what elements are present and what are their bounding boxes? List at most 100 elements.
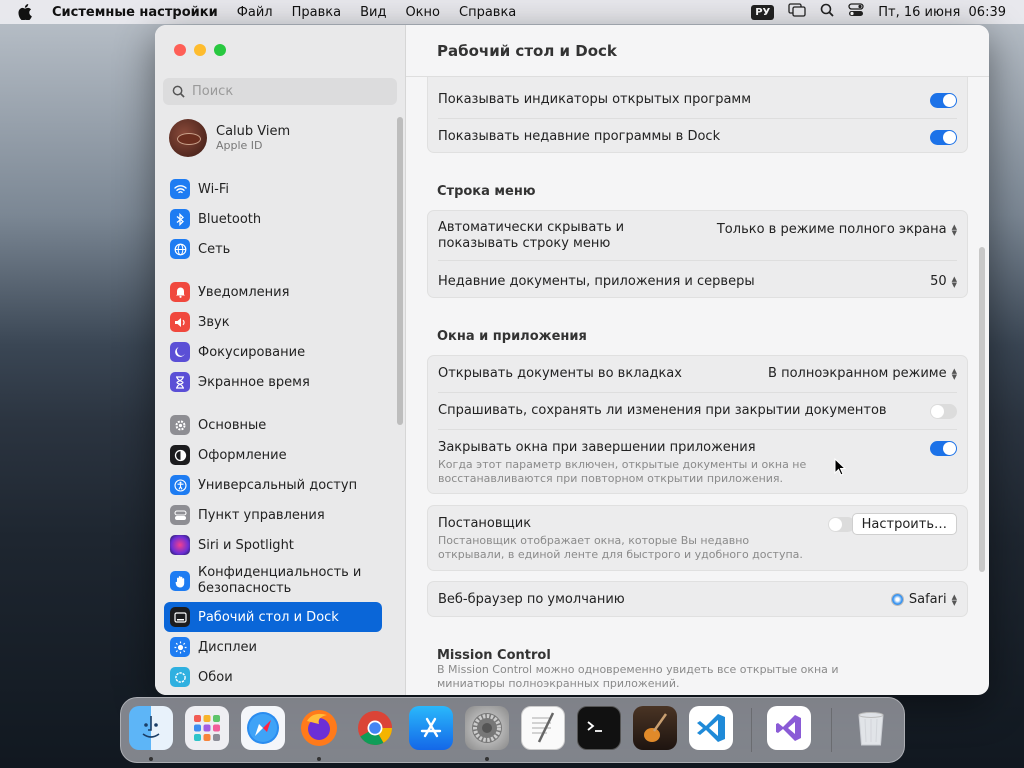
open-tabs-row: Открывать документы во вкладках В полноэ… — [438, 366, 957, 381]
moon-icon — [170, 342, 190, 362]
show-recent-toggle[interactable] — [930, 130, 957, 145]
menubar-section-heading: Строка меню — [437, 184, 536, 199]
open-tabs-label: Открывать документы во вкладках — [438, 366, 682, 381]
trash-icon — [858, 712, 884, 746]
dock-textedit[interactable] — [521, 706, 565, 750]
sidebar-item-desktop-dock[interactable]: Рабочий стол и Dock — [164, 602, 382, 632]
ask-save-row: Спрашивать, сохранять ли изменения при з… — [438, 403, 957, 419]
windows-section-heading: Окна и приложения — [437, 329, 587, 344]
close-window-button[interactable] — [174, 44, 186, 56]
stage-manager-toggle[interactable] — [828, 517, 855, 532]
avatar — [169, 119, 207, 157]
sidebar-item-sound[interactable]: Звук — [164, 307, 382, 337]
vscode-icon — [697, 714, 725, 742]
sidebar-item-general[interactable]: Основные — [164, 410, 382, 440]
dock-visual-studio[interactable] — [767, 706, 811, 750]
screen-mirroring-icon[interactable] — [788, 3, 806, 21]
stage-manager-customize-button[interactable]: Настроить… — [851, 513, 957, 535]
sidebar-item-network[interactable]: Сеть — [164, 234, 382, 264]
sidebar-item-privacy[interactable]: Конфиденциальность и безопасность — [164, 560, 382, 602]
open-tabs-select[interactable]: В полноэкранном режиме ▲ ▼ — [768, 366, 957, 381]
appearance-icon — [170, 445, 190, 465]
dock-launchpad[interactable] — [185, 706, 229, 750]
sidebar-scrollbar[interactable] — [397, 117, 403, 425]
mission-control-heading: Mission Control — [437, 648, 551, 663]
sidebar-item-bluetooth[interactable]: Bluetooth — [164, 204, 382, 234]
stage-manager-label: Постановщик — [438, 516, 532, 531]
apple-logo-icon[interactable] — [18, 4, 36, 20]
dock-finder[interactable] — [129, 706, 173, 750]
firefox-icon — [301, 710, 337, 746]
wifi-icon — [170, 179, 190, 199]
sidebar-item-label: Оформление — [198, 447, 287, 463]
chevron-updown-icon: ▲ ▼ — [951, 223, 957, 237]
gear-icon — [472, 713, 502, 743]
recent-items-select[interactable]: 50 ▲ ▼ — [930, 274, 957, 289]
sidebar-item-label: Звук — [198, 314, 230, 330]
guitar-icon — [644, 713, 668, 742]
autohide-menubar-select[interactable]: Только в режиме полного экрана ▲ ▼ — [717, 222, 957, 238]
visual-studio-icon — [776, 715, 801, 741]
sidebar-item-siri[interactable]: Siri и Spotlight — [164, 530, 382, 560]
textedit-icon — [532, 712, 555, 743]
sidebar-item-wifi[interactable]: Wi-Fi — [164, 174, 382, 204]
close-windows-toggle[interactable] — [930, 441, 957, 456]
dock-instruments[interactable] — [633, 706, 677, 750]
siri-icon — [170, 535, 190, 555]
apple-id-profile[interactable]: Calub Viem Apple ID — [169, 119, 290, 157]
dock-trash[interactable] — [849, 706, 893, 750]
menu-datetime[interactable]: Пт, 16 июня 06:39 — [878, 5, 1006, 20]
sidebar-item-label: Фокусирование — [198, 344, 306, 360]
dock-safari[interactable] — [241, 706, 285, 750]
sidebar-item-label: Обои — [198, 669, 233, 685]
sidebar-item-screen-time[interactable]: Экранное время — [164, 367, 382, 397]
profile-name: Calub Viem — [216, 124, 291, 139]
input-language-indicator[interactable]: РУ — [751, 4, 775, 20]
menu-file[interactable]: Файл — [237, 5, 273, 20]
menu-view[interactable]: Вид — [360, 5, 386, 20]
sidebar-item-control-center[interactable]: Пункт управления — [164, 500, 382, 530]
zoom-window-button[interactable] — [214, 44, 226, 56]
control-center-icon — [170, 505, 190, 525]
search-placeholder: Поиск — [192, 84, 234, 99]
menu-help[interactable]: Справка — [459, 5, 516, 20]
content-scrollbar[interactable] — [979, 247, 985, 572]
menu-edit[interactable]: Правка — [292, 5, 341, 20]
sidebar-item-wallpaper[interactable]: Обои — [164, 662, 382, 692]
default-browser-select[interactable]: Safari ▲ ▼ — [890, 592, 957, 607]
sidebar-item-focus[interactable]: Фокусирование — [164, 337, 382, 367]
autohide-menubar-row: Автоматически скрывать и показывать стро… — [438, 220, 957, 252]
menu-app-name[interactable]: Системные настройки — [52, 5, 218, 20]
search-icon[interactable] — [820, 3, 834, 21]
sidebar-item-displays[interactable]: Дисплеи — [164, 632, 382, 662]
show-indicators-toggle[interactable] — [930, 93, 957, 108]
ask-save-toggle[interactable] — [930, 404, 957, 419]
content-pane: Показывать индикаторы открытых программ … — [406, 25, 989, 695]
sidebar-search-input[interactable]: Поиск — [163, 78, 397, 105]
chevron-updown-icon: ▲ ▼ — [951, 274, 957, 289]
dock-chrome[interactable] — [353, 706, 397, 750]
sidebar-item-label: Конфиденциальность и безопасность — [198, 565, 362, 596]
minimize-window-button[interactable] — [194, 44, 206, 56]
close-windows-label: Закрывать окна при завершении приложения — [438, 440, 756, 455]
sidebar-item-appearance[interactable]: Оформление — [164, 440, 382, 470]
dock-terminal[interactable] — [577, 706, 621, 750]
show-recent-label: Показывать недавние программы в Dock — [438, 129, 721, 144]
sidebar-item-notifications[interactable]: Уведомления — [164, 277, 382, 307]
open-tabs-value: В полноэкранном режиме — [768, 366, 947, 381]
safari-icon — [247, 712, 279, 744]
sidebar-item-label: Bluetooth — [198, 211, 262, 227]
dock-firefox[interactable] — [297, 706, 341, 750]
menu-window[interactable]: Окно — [405, 5, 440, 20]
dock-icon — [170, 607, 190, 627]
dock-system-settings[interactable] — [465, 706, 509, 750]
dock-app-store[interactable] — [409, 706, 453, 750]
control-center-icon[interactable] — [848, 3, 864, 21]
sidebar-item-label: Основные — [198, 417, 267, 433]
sidebar-item-accessibility[interactable]: Универсальный доступ — [164, 470, 382, 500]
show-recent-row: Показывать недавние программы в Dock — [438, 129, 957, 145]
launchpad-icon — [194, 715, 220, 741]
dock-vscode[interactable] — [689, 706, 733, 750]
show-indicators-row: Показывать индикаторы открытых программ — [438, 92, 957, 108]
gear-icon — [170, 415, 190, 435]
